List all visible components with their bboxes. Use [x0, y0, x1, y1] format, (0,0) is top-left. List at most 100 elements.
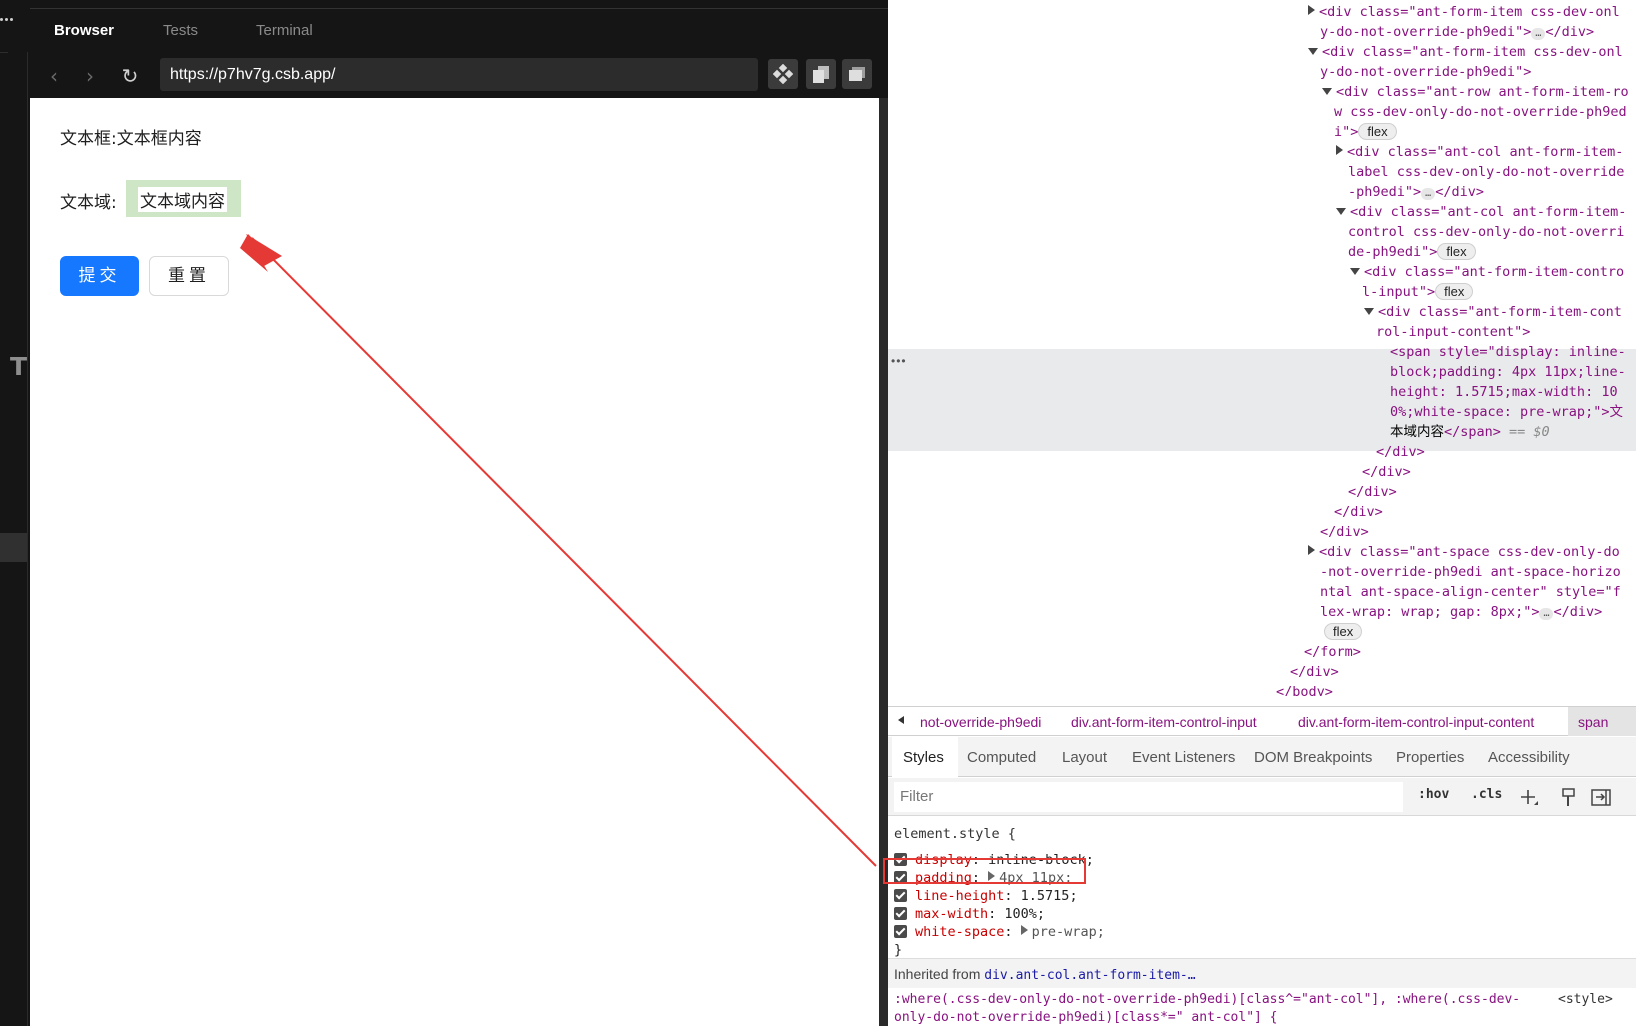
dom-close: </div> — [1348, 484, 1397, 500]
open-new-window-button[interactable] — [806, 59, 836, 89]
dom-node-cont: rol-input-content"> — [1376, 322, 1530, 342]
dom-text: label css-dev-only-do-not-override — [1348, 164, 1625, 180]
css-property-row[interactable]: white-space: pre-wrap; — [894, 924, 1105, 940]
dom-node-cont: flex — [1324, 622, 1363, 642]
breadcrumb-item[interactable]: not-override-ph9edi — [920, 714, 1041, 730]
dom-text: -ph9edi"> — [1348, 184, 1422, 200]
checkbox-icon[interactable] — [894, 925, 907, 938]
hov-toggle[interactable]: :hov — [1418, 787, 1449, 802]
tab-accessibility[interactable]: Accessibility — [1488, 749, 1570, 766]
tab-dom-breakpoints[interactable]: DOM Breakpoints — [1254, 749, 1372, 766]
cls-toggle[interactable]: .cls — [1471, 787, 1502, 802]
inherited-label: Inherited from — [894, 966, 981, 982]
form-item-textarea: 文本域: 文本域内容 — [60, 180, 241, 217]
dom-node[interactable]: <div class="ant-col ant-form-item- — [1336, 202, 1626, 222]
rule-source-link[interactable]: <style> — [1558, 992, 1613, 1007]
dom-text: <div class="ant-form-item css-dev-onl — [1319, 4, 1620, 20]
devtools-toggle-button[interactable] — [768, 59, 798, 89]
dom-node[interactable]: <div class="ant-space css-dev-only-do — [1308, 542, 1620, 562]
rule-close-brace: } — [894, 942, 903, 958]
more-icon[interactable] — [0, 18, 14, 24]
dom-node[interactable]: <div class="ant-form-item css-dev-onl — [1308, 2, 1620, 22]
dom-close: </div> — [1334, 504, 1383, 520]
css-property-row[interactable]: max-width: 100%; — [894, 906, 1045, 922]
scroll-left-icon[interactable] — [898, 716, 904, 724]
divider — [0, 52, 8, 53]
checkbox-icon[interactable] — [894, 889, 907, 902]
breadcrumb-item[interactable]: div.ant-form-item-control-input — [1071, 714, 1257, 730]
sidebar-selected-item[interactable] — [0, 533, 28, 562]
selected-marker: == $0 — [1509, 424, 1550, 440]
checkbox-icon[interactable] — [894, 907, 907, 920]
submit-button[interactable]: 提交 — [60, 256, 139, 296]
dom-node[interactable]: <div class="ant-row ant-form-item-ro — [1322, 82, 1629, 102]
tab-styles[interactable]: Styles — [903, 749, 944, 766]
inherited-header: Inherited from div.ant-col.ant-form-item… — [888, 958, 1636, 988]
reload-icon[interactable]: ↻ — [118, 64, 142, 88]
dom-node[interactable]: <div class="ant-form-item css-dev-onl — [1308, 42, 1623, 62]
tab-event-listeners[interactable]: Event Listeners — [1132, 749, 1235, 766]
url-input[interactable]: https://p7hv7g.csb.app/ — [160, 58, 758, 91]
forward-icon[interactable]: › — [78, 64, 102, 88]
annotation-highlight-box — [883, 858, 1086, 884]
tab-browser[interactable]: Browser — [54, 22, 114, 39]
dom-text: <div class="ant-form-item css-dev-onl — [1322, 44, 1623, 60]
filter-input[interactable]: Filter — [894, 782, 1403, 812]
breadcrumb: not-override-ph9edi div.ant-form-item-co… — [888, 706, 1636, 736]
dom-node-cont: i"> flex — [1334, 122, 1397, 142]
textarea-label: 文本域: — [60, 193, 117, 213]
dom-close: </form> — [1304, 644, 1361, 660]
window-button[interactable] — [842, 59, 872, 89]
dom-text: <div class="ant-col ant-form-item- — [1350, 204, 1627, 220]
dom-close: </body> — [1276, 684, 1333, 696]
flex-badge: flex — [1358, 123, 1397, 140]
tab-computed[interactable]: Computed — [967, 749, 1036, 766]
expand-icon — [1020, 925, 1028, 935]
form-item-input: 文本框:文本框内容 — [60, 124, 202, 149]
input-value: 文本框内容 — [116, 129, 202, 149]
dom-node[interactable]: <div class="ant-col ant-form-item- — [1336, 142, 1623, 162]
dom-text: de-ph9edi"> — [1348, 244, 1438, 260]
breadcrumb-item-selected[interactable]: span — [1568, 707, 1636, 736]
dom-text: height: 1.5715;max-width: 10 — [1390, 384, 1618, 400]
page-viewport — [30, 98, 879, 1026]
back-icon[interactable]: ‹ — [42, 64, 66, 88]
tab-tests[interactable]: Tests — [163, 22, 198, 39]
dom-node[interactable]: <div class="ant-form-item-contro — [1350, 262, 1624, 282]
dom-text: </div> — [1553, 604, 1603, 620]
input-label: 文本框: — [60, 129, 117, 149]
tab-layout[interactable]: Layout — [1062, 749, 1107, 766]
flex-badge: flex — [1324, 623, 1363, 640]
new-rule-icon[interactable] — [1518, 787, 1540, 809]
browser-tab-bar: Browser Tests Terminal — [30, 0, 888, 58]
devtools-panel: ••• <div class="ant-form-item css-dev-on… — [883, 0, 1636, 1026]
tab-properties[interactable]: Properties — [1396, 749, 1464, 766]
paint-brush-icon[interactable] — [1560, 787, 1578, 809]
sidebar-toggle-icon[interactable] — [1590, 788, 1612, 808]
textarea-value: 文本域内容 — [138, 187, 227, 212]
node-menu-icon[interactable]: ••• — [891, 354, 907, 368]
dom-node-cont: -not-override-ph9edi ant-space-horizo — [1320, 562, 1621, 582]
dom-text: <div class="ant-row ant-form-item-ro — [1336, 84, 1629, 100]
dom-close: </div> — [1376, 444, 1425, 460]
ellipsis-badge: … — [1421, 188, 1436, 200]
breadcrumb-item[interactable]: div.ant-form-item-control-input-content — [1298, 714, 1534, 730]
browser-nav-bar: ‹ › ↻ https://p7hv7g.csb.app/ — [30, 58, 888, 98]
reset-button[interactable]: 重置 — [149, 256, 229, 296]
dom-text: 本域内容 — [1390, 424, 1444, 440]
dom-text: lex-wrap: wrap; gap: 8px;"> — [1320, 604, 1540, 620]
dom-node-selected[interactable]: <span style="display: inline- — [1390, 342, 1626, 362]
dom-node[interactable]: <div class="ant-form-item-cont — [1364, 302, 1622, 322]
copy-icon — [813, 66, 829, 83]
dom-text: <div class="ant-form-item-cont — [1378, 304, 1622, 320]
tab-terminal[interactable]: Terminal — [256, 22, 313, 39]
ellipsis-badge: … — [1539, 608, 1554, 620]
css-property-row[interactable]: line-height: 1.5715; — [894, 888, 1078, 904]
dom-text: control css-dev-only-do-not-overri — [1348, 224, 1625, 240]
dom-node-cont: ntal ant-space-align-center" style="f — [1320, 582, 1621, 602]
dom-text: y-do-not-override-ph9edi"> — [1320, 24, 1532, 40]
scrollbar[interactable] — [879, 98, 888, 1026]
dom-text: rol-input-content"> — [1376, 324, 1531, 340]
css-rule-selector: :where(.css-dev-only-do-not-override-ph9… — [894, 992, 1520, 1007]
dom-node-cont: -ph9edi">… </div> — [1348, 182, 1484, 202]
